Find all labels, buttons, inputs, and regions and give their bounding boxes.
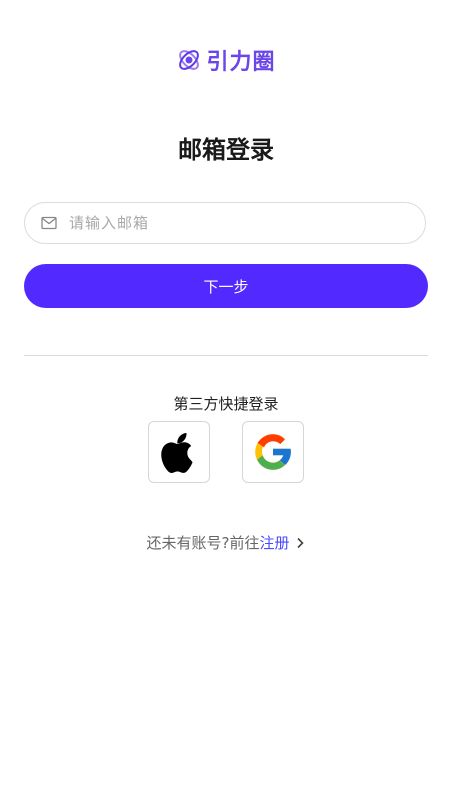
register-prompt-text: 还未有账号?前往 (146, 534, 260, 552)
google-icon (255, 434, 291, 470)
chevron-right-icon[interactable] (295, 537, 305, 549)
mail-icon (41, 216, 57, 230)
social-login-row (0, 421, 452, 483)
divider (24, 355, 428, 356)
orbit-logo-icon (179, 50, 200, 70)
register-prompt: 还未有账号?前往 注册 (0, 532, 452, 553)
email-field[interactable] (24, 202, 426, 244)
brand-logo: 引力圈 (0, 44, 452, 76)
page-title: 邮箱登录 (178, 136, 274, 164)
email-input[interactable] (67, 213, 391, 233)
apple-icon (161, 433, 193, 474)
brand-name: 引力圈 (206, 50, 276, 75)
register-link[interactable]: 注册 (259, 532, 289, 553)
next-button[interactable]: 下一步 (24, 264, 428, 308)
google-login-button[interactable] (242, 421, 304, 483)
apple-login-button[interactable] (148, 421, 210, 483)
third-party-login-label: 第三方快捷登录 (173, 395, 279, 413)
